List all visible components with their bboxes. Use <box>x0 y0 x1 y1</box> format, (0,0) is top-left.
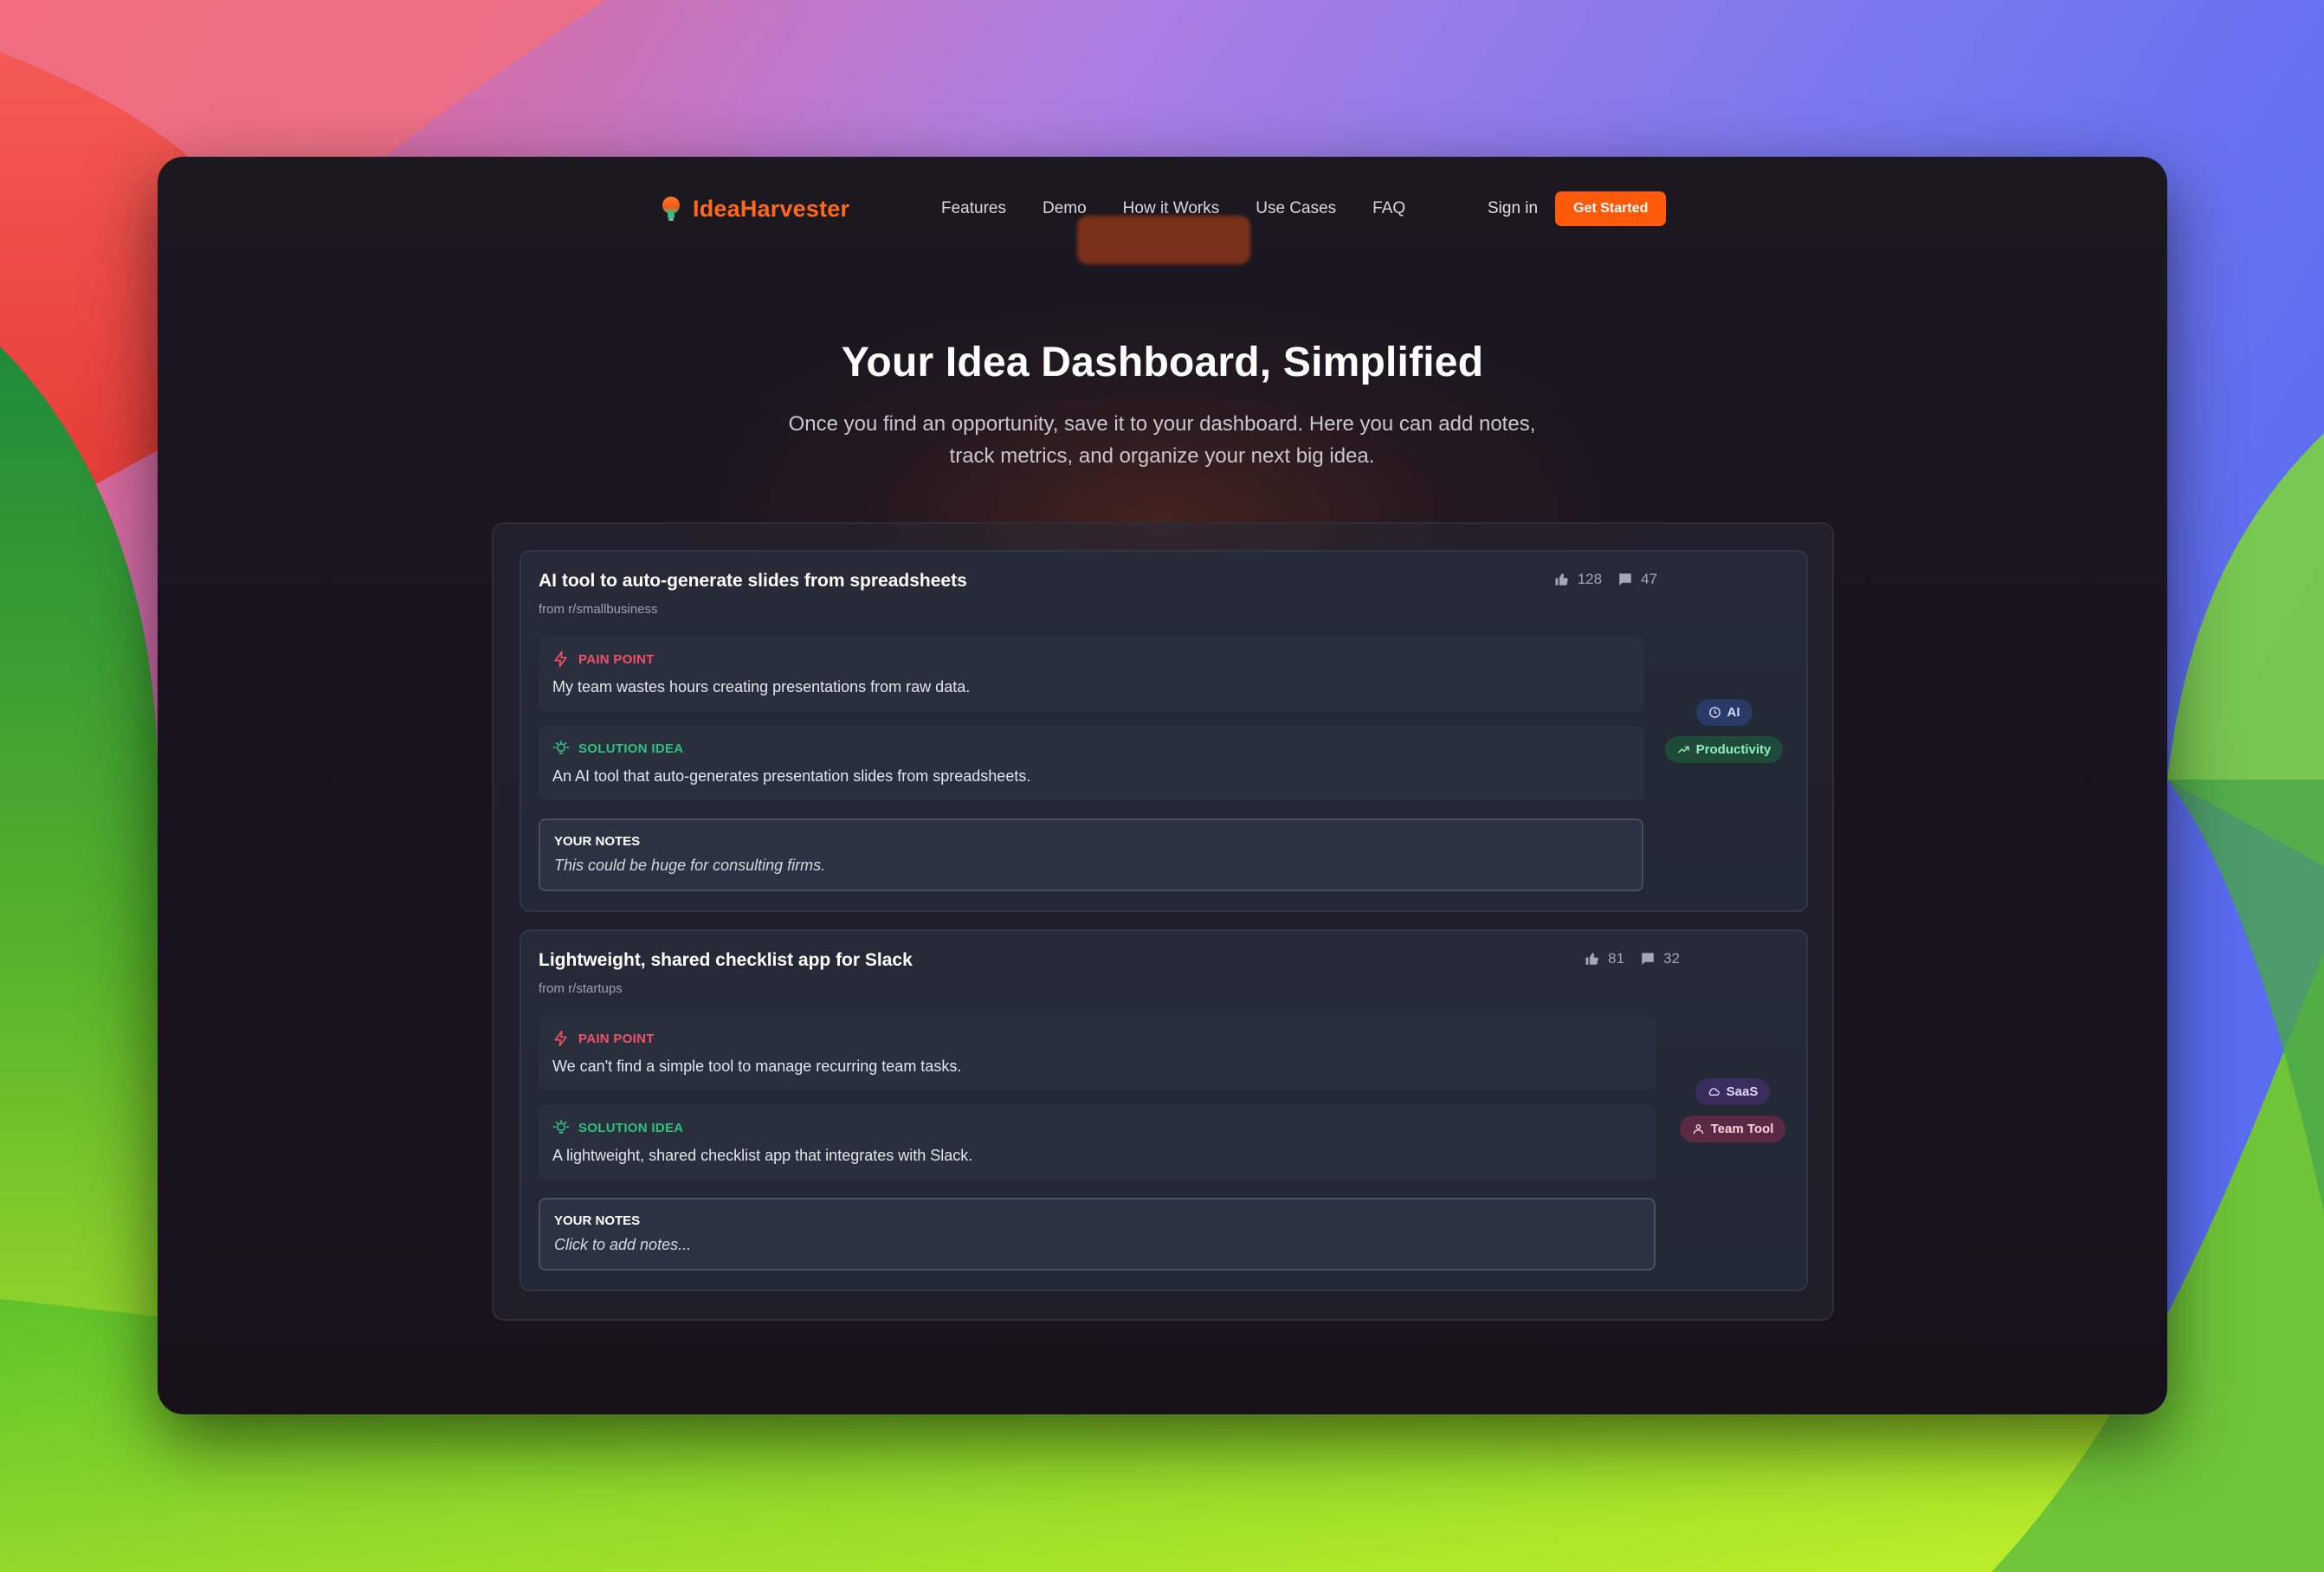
thumbs-up-icon <box>1585 953 1598 965</box>
nav-link-faq[interactable]: FAQ <box>1372 199 1405 218</box>
pain-point-label: PAIN POINT <box>552 650 655 668</box>
notes-label: YOUR NOTES <box>554 1213 641 1228</box>
sign-in-link[interactable]: Sign in <box>1488 199 1538 218</box>
comment-icon <box>1619 573 1631 585</box>
get-started-button[interactable]: Get Started <box>1555 191 1667 226</box>
brand-logo[interactable]: IdeaHarvester <box>660 184 849 233</box>
lightbulb-icon <box>552 740 570 754</box>
solution-idea-box: SOLUTION IDEA An AI tool that auto-gener… <box>539 726 1643 800</box>
comments-count: 47 <box>1641 571 1657 587</box>
trending-up-icon <box>1677 746 1689 754</box>
idea-tags: SaaS Team Tool <box>1676 931 1789 1290</box>
idea-card[interactable]: Lightweight, shared checklist app for Sl… <box>520 929 1808 1291</box>
solution-idea-label: SOLUTION IDEA <box>552 1119 683 1136</box>
browser-window: IdeaHarvester Features Demo How it Works… <box>158 157 2167 1414</box>
solution-idea-label: SOLUTION IDEA <box>552 740 683 757</box>
notes-label: YOUR NOTES <box>554 834 641 849</box>
idea-source[interactable]: from r/smallbusiness <box>539 602 658 617</box>
notes-field[interactable]: YOUR NOTES Click to add notes... <box>539 1198 1656 1271</box>
idea-tags: AI Productivity <box>1659 552 1789 910</box>
lightning-icon <box>554 1030 567 1047</box>
nav-link-use-cases[interactable]: Use Cases <box>1256 199 1336 218</box>
upvotes-stat: 128 <box>1554 571 1602 588</box>
idea-stats: 128 47 <box>1554 571 1657 588</box>
pain-point-label: PAIN POINT <box>552 1030 655 1047</box>
nav-link-demo[interactable]: Demo <box>1043 199 1087 218</box>
clock-icon <box>1708 707 1720 718</box>
solution-idea-text: A lightweight, shared checklist app that… <box>552 1147 973 1164</box>
tag-team-tool[interactable]: Team Tool <box>1679 1116 1786 1142</box>
hero-subtitle: Once you find an opportunity, save it to… <box>788 412 1536 468</box>
notes-field[interactable]: YOUR NOTES This could be huge for consul… <box>539 818 1643 891</box>
idea-card[interactable]: AI tool to auto-generate slides from spr… <box>520 550 1808 912</box>
tag-ai[interactable]: AI <box>1695 699 1753 726</box>
solution-idea-text: An AI tool that auto-generates presentat… <box>552 767 1031 785</box>
pain-point-text: We can't find a simple tool to manage re… <box>552 1058 962 1075</box>
users-icon <box>1693 1124 1703 1135</box>
comments-stat: 47 <box>1617 571 1657 588</box>
notes-placeholder[interactable]: Click to add notes... <box>554 1236 691 1254</box>
idea-title: Lightweight, shared checklist app for Sl… <box>539 950 913 970</box>
idea-stats: 81 32 <box>1585 950 1680 967</box>
lightbulb-logo-icon <box>662 197 680 221</box>
comment-icon <box>1642 953 1654 965</box>
cloud-icon <box>1708 1088 1720 1096</box>
pain-point-text: My team wastes hours creating presentati… <box>552 678 971 695</box>
hero-title: Your Idea Dashboard, Simplified <box>841 340 1484 385</box>
dashboard-panel: AI tool to auto-generate slides from spr… <box>492 522 1834 1321</box>
pain-point-box: PAIN POINT We can't find a simple tool t… <box>539 1016 1656 1090</box>
upvotes-stat: 81 <box>1585 950 1624 967</box>
upvotes-count: 81 <box>1608 950 1625 967</box>
thumbs-up-icon <box>1555 573 1568 585</box>
notes-text[interactable]: This could be huge for consulting firms. <box>554 857 825 875</box>
upvotes-count: 128 <box>1577 571 1603 587</box>
tag-productivity[interactable]: Productivity <box>1664 736 1784 763</box>
tag-saas[interactable]: SaaS <box>1695 1078 1771 1105</box>
idea-source[interactable]: from r/startups <box>539 981 623 996</box>
solution-idea-box: SOLUTION IDEA A lightweight, shared chec… <box>539 1105 1656 1180</box>
nav-actions: Sign in Get Started <box>1488 184 1667 233</box>
comments-stat: 32 <box>1640 950 1680 967</box>
lightning-icon <box>554 650 567 668</box>
nav-link-features[interactable]: Features <box>941 199 1006 218</box>
blurred-button-overlay <box>1077 216 1250 264</box>
pain-point-box: PAIN POINT My team wastes hours creating… <box>539 637 1643 711</box>
lightbulb-icon <box>552 1119 570 1134</box>
idea-title: AI tool to auto-generate slides from spr… <box>539 571 967 591</box>
brand-name: IdeaHarvester <box>693 195 850 222</box>
top-nav: IdeaHarvester Features Demo How it Works… <box>158 184 2167 264</box>
